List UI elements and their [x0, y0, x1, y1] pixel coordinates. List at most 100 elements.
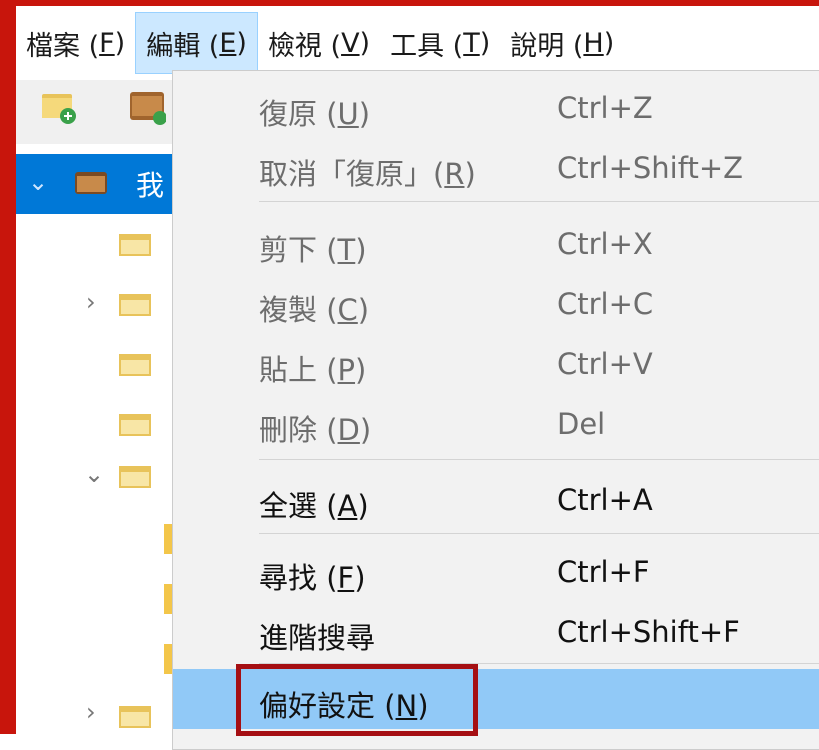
- label-text: 復原 (: [259, 97, 338, 131]
- subfolder-stub: [164, 644, 172, 674]
- tree-root-row[interactable]: ⌄ 我: [16, 154, 176, 214]
- menu-edit[interactable]: 編輯 (E): [135, 12, 258, 74]
- folder-icon: [119, 706, 151, 728]
- menu-view-mnemonic: V: [341, 27, 360, 59]
- label-mnemonic: U: [337, 97, 359, 131]
- menu-edit-mnemonic: E: [219, 27, 237, 59]
- menu-help-mnemonic: H: [583, 27, 604, 59]
- menu-item-redo[interactable]: 取消「復原」(R) Ctrl+Shift+Z: [173, 137, 819, 197]
- chevron-right-icon[interactable]: ›: [86, 698, 96, 726]
- shortcut-text: Ctrl+F: [557, 555, 650, 589]
- shortcut-text: Ctrl+C: [557, 287, 654, 321]
- menu-separator: [259, 201, 819, 202]
- label-mnemonic: F: [337, 561, 355, 595]
- menu-tools-close: ): [479, 27, 491, 59]
- menu-item-label: 進階搜尋: [259, 615, 375, 657]
- label-text: 刪除 (: [259, 413, 338, 447]
- label-close: ): [355, 353, 367, 387]
- menu-item-advanced-search[interactable]: 進階搜尋 Ctrl+Shift+F: [173, 601, 819, 661]
- tree-item[interactable]: ›: [16, 274, 176, 334]
- menu-item-label: 刪除 (D): [259, 407, 371, 449]
- chevron-down-icon[interactable]: ⌄: [28, 168, 48, 196]
- tree-item[interactable]: [16, 394, 176, 454]
- tree-root-label: 我: [136, 169, 165, 202]
- menu-item-paste[interactable]: 貼上 (P) Ctrl+V: [173, 333, 819, 393]
- menu-item-label: 全選 (A): [259, 483, 369, 525]
- label-close: ): [354, 561, 366, 595]
- menu-view-close: ): [359, 27, 371, 59]
- menu-view[interactable]: 檢視 (V): [258, 12, 380, 74]
- label-text: 全選 (: [259, 489, 338, 523]
- menu-file[interactable]: 檔案 (F): [16, 12, 135, 74]
- label-close: ): [359, 413, 372, 447]
- tree-item[interactable]: [16, 334, 176, 394]
- menu-item-label: 尋找 (F): [259, 555, 366, 597]
- folder-tree: ⌄ 我 › ⌄ ›: [16, 144, 176, 734]
- menu-item-label: 貼上 (P): [259, 347, 366, 389]
- menu-item-select-all[interactable]: 全選 (A) Ctrl+A: [173, 469, 819, 529]
- menu-separator: [259, 459, 819, 460]
- chevron-down-icon[interactable]: ⌄: [84, 460, 104, 488]
- shortcut-text: Ctrl+Z: [557, 91, 653, 125]
- folder-icon: [119, 466, 151, 488]
- menu-item-preferences[interactable]: 偏好設定 (N): [173, 669, 819, 729]
- chevron-right-icon[interactable]: ›: [86, 288, 96, 316]
- menu-item-cut[interactable]: 剪下 (T) Ctrl+X: [173, 213, 819, 273]
- label-text: 取消「復原」(: [259, 157, 445, 191]
- new-archive-icon[interactable]: [128, 88, 166, 126]
- menu-separator: [259, 533, 819, 534]
- menu-item-label: 複製 (C): [259, 287, 369, 329]
- menu-file-mnemonic: F: [99, 27, 115, 59]
- menu-help-close: ): [603, 27, 615, 59]
- label-close: ): [464, 157, 476, 191]
- label-mnemonic: N: [395, 689, 418, 723]
- label-close: ): [355, 233, 367, 267]
- label-mnemonic: A: [337, 489, 358, 523]
- label-mnemonic: P: [337, 353, 356, 387]
- label-text: 偏好設定 (: [259, 689, 396, 723]
- label-close: ): [358, 97, 371, 131]
- toolbar: [16, 80, 176, 144]
- menu-tools-mnemonic: T: [463, 27, 480, 59]
- label-text: 剪下 (: [259, 233, 338, 267]
- menu-edit-close: ): [236, 27, 247, 59]
- label-mnemonic: T: [337, 233, 356, 267]
- menu-help-label: 說明 (: [510, 30, 584, 62]
- label-mnemonic: C: [337, 293, 358, 327]
- label-close: ): [417, 689, 429, 723]
- menu-item-undo[interactable]: 復原 (U) Ctrl+Z: [173, 77, 819, 137]
- shortcut-text: Ctrl+A: [557, 483, 653, 517]
- label-text: 貼上 (: [259, 353, 338, 387]
- edit-menu-dropdown: 復原 (U) Ctrl+Z 取消「復原」(R) Ctrl+Shift+Z 剪下 …: [172, 70, 819, 750]
- menu-tools[interactable]: 工具 (T): [380, 12, 500, 74]
- menu-view-label: 檢視 (: [267, 30, 342, 62]
- shortcut-text: Ctrl+Shift+Z: [557, 151, 743, 185]
- label-text: 尋找 (: [259, 561, 338, 595]
- folder-icon: [119, 354, 151, 376]
- label-mnemonic: R: [444, 157, 465, 191]
- menu-item-label: 剪下 (T): [259, 227, 367, 269]
- label-mnemonic: D: [337, 413, 360, 447]
- menu-tools-label: 工具 (: [390, 30, 464, 62]
- shortcut-text: Ctrl+V: [557, 347, 653, 381]
- shortcut-text: Ctrl+X: [557, 227, 653, 261]
- label-text: 複製 (: [259, 293, 338, 327]
- menu-file-close: ): [114, 27, 126, 59]
- menu-item-copy[interactable]: 複製 (C) Ctrl+C: [173, 273, 819, 333]
- menu-help[interactable]: 說明 (H): [500, 12, 624, 74]
- menu-edit-label: 編輯 (: [146, 30, 220, 62]
- tree-item[interactable]: [16, 214, 176, 274]
- tree-item[interactable]: ⌄: [16, 450, 176, 510]
- menu-item-label: 取消「復原」(R): [259, 151, 476, 193]
- menu-item-label: 復原 (U): [259, 91, 370, 133]
- shortcut-text: Ctrl+Shift+F: [557, 615, 740, 649]
- subfolder-stub: [164, 524, 172, 554]
- menu-item-delete[interactable]: 刪除 (D) Del: [173, 393, 819, 453]
- new-folder-icon[interactable]: [40, 88, 78, 126]
- menubar: 檔案 (F) 編輯 (E) 檢視 (V) 工具 (T) 說明 (H): [16, 6, 819, 80]
- label-close: ): [357, 293, 370, 327]
- tree-item[interactable]: ›: [16, 688, 176, 748]
- archive-folder-icon: [75, 172, 107, 194]
- menu-separator: [259, 663, 819, 664]
- menu-item-find[interactable]: 尋找 (F) Ctrl+F: [173, 541, 819, 601]
